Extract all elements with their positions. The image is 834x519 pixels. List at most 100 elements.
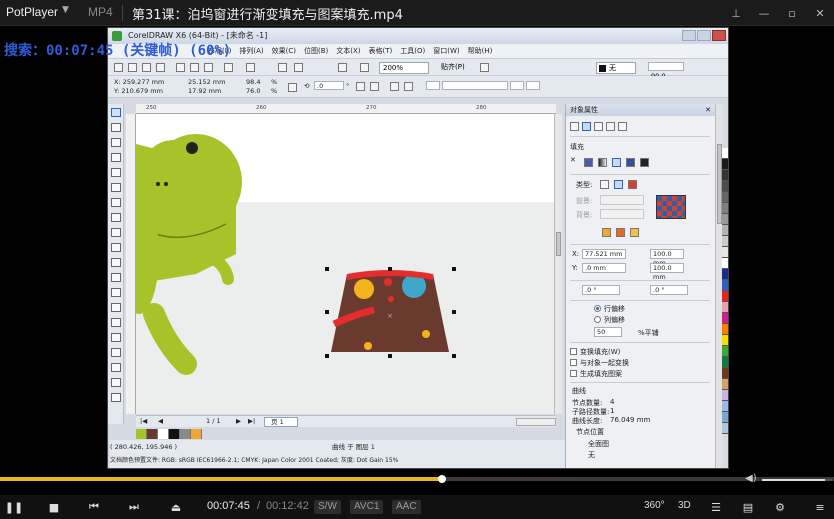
dimension-tool-icon[interactable] (111, 288, 121, 297)
arrow-start-select[interactable] (510, 81, 524, 90)
palette-swatch[interactable] (722, 346, 728, 357)
page-tab[interactable]: 页 1 (264, 417, 298, 427)
menu-item[interactable]: 效果(C) (272, 44, 296, 58)
mirror-h-icon[interactable] (356, 82, 365, 91)
blend-tool-icon[interactable] (111, 318, 121, 327)
app-launcher-icon[interactable] (360, 63, 369, 72)
interactive-fill-tool-icon[interactable] (111, 393, 121, 402)
stop-icon[interactable]: ■ (46, 498, 62, 516)
line-style-select[interactable] (442, 81, 508, 90)
pattern-option-icon[interactable] (630, 228, 639, 237)
doc-swatch[interactable] (169, 429, 180, 439)
ellipse-tool-icon[interactable] (111, 213, 121, 222)
pattern-skew-field[interactable]: .0 ° (650, 285, 688, 295)
publish-pdf-icon[interactable] (338, 63, 347, 72)
audio-codec-tag[interactable]: AAC (392, 500, 421, 514)
eyedropper-tool-icon[interactable] (111, 348, 121, 357)
docker-close-icon[interactable]: ✕ (705, 104, 711, 116)
palette-swatch[interactable] (722, 335, 728, 346)
chapter-icon[interactable]: ▤ (740, 498, 756, 516)
outline-angle-field[interactable]: 90.0 (648, 62, 684, 80)
settings-gear-icon[interactable]: ⚙ (772, 498, 788, 516)
menu-icon[interactable]: ≡ (812, 498, 828, 516)
snap-to-menu[interactable]: 贴齐(P) (441, 62, 471, 74)
shape-tool-icon[interactable] (111, 123, 121, 132)
vertical-ruler[interactable] (126, 114, 136, 414)
selected-shape[interactable]: × (331, 270, 449, 352)
doc-swatch[interactable] (180, 429, 191, 439)
volume-icon[interactable]: ◀) (745, 473, 757, 485)
transform-with-object-checkbox[interactable] (570, 359, 577, 366)
menu-item[interactable]: 排列(A) (239, 44, 263, 58)
no-fill-icon[interactable]: ✕ (570, 156, 576, 164)
character-tab-icon[interactable] (606, 122, 615, 131)
new-icon[interactable] (114, 63, 123, 72)
zoom-level-select[interactable]: 200% (379, 62, 429, 74)
import-icon[interactable] (278, 63, 287, 72)
zoom-tool-icon[interactable] (111, 153, 121, 162)
curve-section-header[interactable]: 曲线 (572, 386, 586, 396)
pattern-width-field[interactable]: 100.0 mm (650, 249, 684, 267)
pattern-rotation-field[interactable]: .0 ° (582, 285, 620, 295)
cut-icon[interactable] (176, 63, 185, 72)
internet-tab-icon[interactable] (618, 122, 627, 131)
basic-shapes-tool-icon[interactable] (111, 243, 121, 252)
logo-menu-chevron-icon[interactable]: ▼ (62, 5, 69, 15)
options-icon[interactable] (480, 63, 489, 72)
full-color-pattern-icon[interactable] (614, 180, 623, 189)
pin-icon[interactable]: ⊥ (722, 0, 750, 26)
rotation-angle-field[interactable]: .0 (314, 81, 344, 90)
crop-tool-icon[interactable] (111, 138, 121, 147)
scale-y-field[interactable]: 76.0 (246, 87, 260, 95)
rectangle-tool-icon[interactable] (111, 198, 121, 207)
menu-item[interactable]: 表格(T) (369, 44, 393, 58)
pattern-preview-picker[interactable] (656, 195, 686, 219)
menu-item[interactable]: 帮助(H) (468, 44, 493, 58)
print-icon[interactable] (156, 63, 165, 72)
3d-button[interactable]: 3D (678, 500, 691, 511)
palette-swatch[interactable] (722, 258, 728, 269)
paste-icon[interactable] (204, 63, 213, 72)
palette-swatch[interactable] (722, 247, 728, 258)
undo-icon[interactable] (224, 63, 233, 72)
two-color-pattern-icon[interactable] (600, 180, 609, 189)
palette-swatch[interactable] (722, 214, 728, 225)
all-nodes-option[interactable]: 全面图 (588, 439, 609, 449)
object-x-field[interactable]: X: 259.277 mm (114, 78, 164, 86)
arrow-end-select[interactable] (526, 81, 540, 90)
object-height-field[interactable]: 17.92 mm (188, 87, 221, 95)
palette-swatch[interactable] (722, 203, 728, 214)
palette-swatch[interactable] (722, 324, 728, 335)
palette-swatch[interactable] (722, 412, 728, 423)
pick-tool-icon[interactable] (111, 108, 121, 117)
palette-swatch[interactable] (722, 269, 728, 280)
pattern-fill-icon[interactable] (612, 158, 621, 167)
fountain-fill-icon[interactable] (598, 158, 607, 167)
next-page-icon[interactable]: ▶ (236, 417, 241, 425)
redo-icon[interactable] (246, 63, 255, 72)
palette-swatch[interactable] (722, 291, 728, 302)
palette-swatch[interactable] (722, 357, 728, 368)
transform-fill-checkbox[interactable] (570, 348, 577, 355)
palette-swatch[interactable] (722, 313, 728, 324)
palette-swatch[interactable] (722, 170, 728, 181)
outline-width-field[interactable] (426, 81, 440, 90)
offset-value-field[interactable]: 50 (594, 327, 622, 337)
first-page-icon[interactable]: |◀ (140, 417, 147, 425)
maximize-icon[interactable]: ▫ (778, 0, 806, 26)
palette-swatch[interactable] (722, 159, 728, 170)
palette-swatch[interactable] (722, 181, 728, 192)
palette-swatch[interactable] (722, 148, 728, 159)
menu-item[interactable]: 文本(X) (336, 44, 360, 58)
lock-ratio-icon[interactable] (288, 83, 297, 92)
palette-swatch[interactable] (722, 379, 728, 390)
player-logo[interactable]: PotPlayer (6, 5, 58, 19)
pattern-option-icon[interactable] (602, 228, 611, 237)
canvas-vertical-scrollbar[interactable] (554, 114, 562, 414)
mirror-v-icon[interactable] (370, 82, 379, 91)
next-icon[interactable]: ⏭ (126, 498, 142, 516)
doc-swatch[interactable] (158, 429, 169, 439)
column-offset-radio[interactable] (594, 316, 601, 323)
decoder-tag[interactable]: S/W (314, 500, 341, 514)
row-offset-radio[interactable] (594, 305, 601, 312)
